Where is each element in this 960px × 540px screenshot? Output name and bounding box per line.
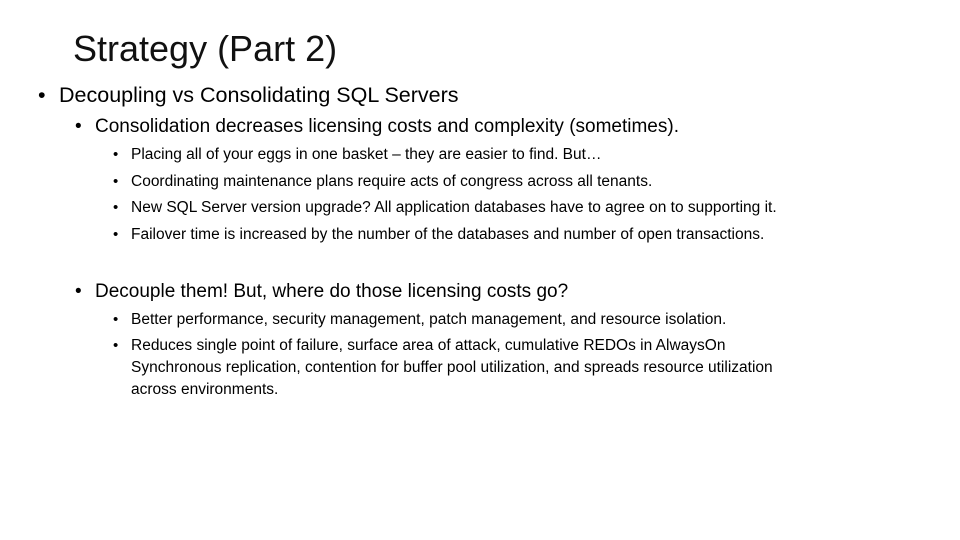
section-a-item: Placing all of your eggs in one basket –…: [131, 146, 602, 163]
section-b-item: Reduces single point of failure, surface…: [131, 337, 726, 354]
bullet-marker: •: [113, 199, 119, 216]
bullet-marker: •: [38, 83, 46, 107]
bullet-marker: •: [113, 146, 119, 163]
section-b-item-continuation: across environments.: [131, 381, 279, 398]
level1-bullet-text: Decoupling vs Consolidating SQL Servers: [59, 83, 459, 107]
slide-title: Strategy (Part 2): [73, 28, 338, 69]
section-a-item: Coordinating maintenance plans require a…: [131, 173, 653, 190]
section-a-item: New SQL Server version upgrade? All appl…: [131, 199, 777, 216]
section-a-heading: Consolidation decreases licensing costs …: [95, 116, 679, 137]
section-b-item-continuation: Synchronous replication, contention for …: [131, 359, 773, 376]
bullet-marker: •: [113, 311, 119, 328]
bullet-marker: •: [113, 337, 119, 354]
section-a-item: Failover time is increased by the number…: [131, 226, 765, 243]
section-b-heading: Decouple them! But, where do those licen…: [95, 281, 569, 302]
bullet-marker: •: [75, 281, 82, 302]
bullet-marker: •: [113, 173, 119, 190]
bullet-marker: •: [75, 116, 82, 137]
bullet-marker: •: [113, 226, 119, 243]
section-b-item: Better performance, security management,…: [131, 311, 727, 328]
